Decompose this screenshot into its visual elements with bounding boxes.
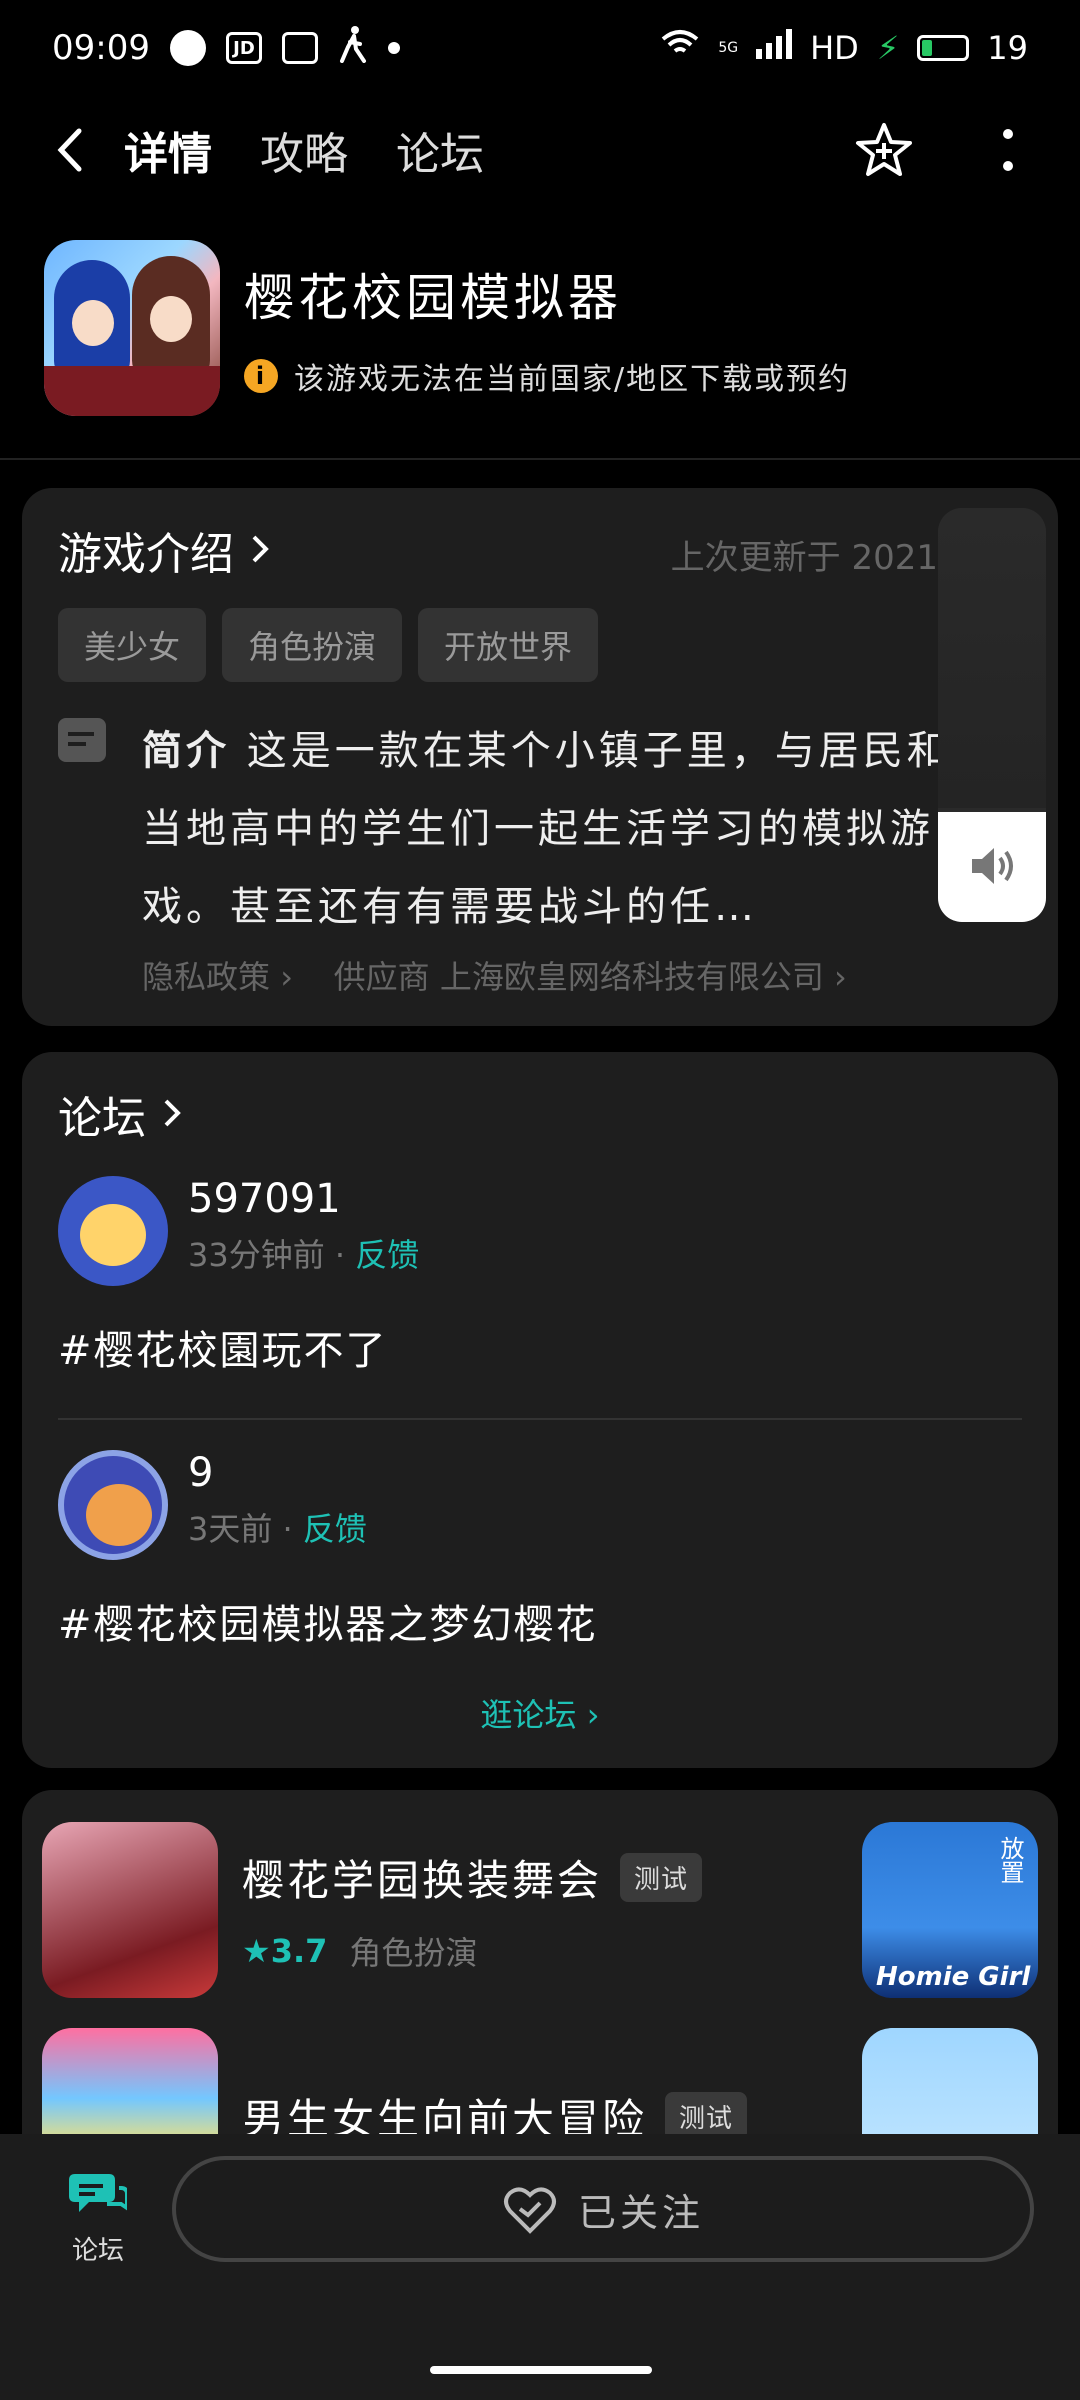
home-indicator[interactable] <box>430 2366 652 2374</box>
following-button[interactable]: 已关注 <box>172 2156 1034 2262</box>
policy-links: 隐私政策 › 供应商 上海欧皇网络科技有限公司 › <box>142 952 1022 998</box>
forum-tab-button[interactable]: 论坛 <box>58 2168 138 2267</box>
description-label: 简介 <box>142 728 230 774</box>
bottom-action-bar: 论坛 已关注 <box>0 2134 1080 2400</box>
post-text: #樱花校園玩不了 <box>58 1328 388 1374</box>
region-notice: i 该游戏无法在当前国家/地区下载或预约 <box>244 354 850 398</box>
post-meta: 3天前 · 反馈 <box>188 1510 367 1548</box>
privacy-policy-link[interactable]: 隐私政策 › <box>142 958 293 996</box>
app-icon <box>44 240 220 416</box>
calendar-icon <box>281 32 318 64</box>
app-header: 樱花校园模拟器 i 该游戏无法在当前国家/地区下载或预约 <box>0 240 1080 460</box>
chevron-right-icon <box>250 525 270 576</box>
game-icon <box>42 1822 218 1998</box>
tag[interactable]: 美少女 <box>58 608 207 682</box>
battery-icon <box>917 35 970 61</box>
tag-list: 美少女 角色扮演 开放世界 <box>58 608 1022 682</box>
username[interactable]: 9 <box>188 1450 367 1496</box>
tag[interactable]: 开放世界 <box>418 608 599 682</box>
supplier-link[interactable]: 供应商 上海欧皇网络科技有限公司 › <box>334 958 847 996</box>
forum-post[interactable]: 597091 33分钟前 · 反馈 #樱花校園玩不了 <box>58 1176 1022 1376</box>
related-game-item[interactable]: 樱花学园换装舞会 测试 ★3.7 角色扮演 放置 Homie Girl <box>42 1822 1038 1998</box>
speaker-icon <box>968 844 1018 888</box>
clock: 09:09 <box>52 28 150 68</box>
game-intro-card: 游戏介绍 上次更新于 2021 美少女 角色扮演 开放世界 简介 这是一款在某个… <box>22 488 1058 1026</box>
follow-label: 已关注 <box>577 2190 704 2235</box>
chat-bubble-icon <box>69 2174 129 2212</box>
signal-icon <box>756 29 793 67</box>
divider <box>58 1418 1022 1420</box>
walking-icon <box>338 25 368 72</box>
username[interactable]: 597091 <box>188 1176 419 1222</box>
wifi-icon <box>660 29 700 67</box>
genre: 角色扮演 <box>349 1933 478 1972</box>
avatar[interactable] <box>58 1176 168 1286</box>
more-notifications-icon <box>387 42 400 54</box>
forum-title: 论坛 <box>58 1093 146 1144</box>
visit-forum-link[interactable]: 逛论坛 › <box>58 1690 1022 1736</box>
post-text: #樱花校园模拟器之梦幻樱花 <box>58 1602 598 1648</box>
description-text: 这是一款在某个小镇子里，与居民和当地高中的学生们一起生活学习的模拟游戏。甚至还有… <box>142 728 951 930</box>
volume-slider[interactable] <box>938 508 1046 922</box>
document-icon <box>58 718 106 762</box>
post-meta: 33分钟前 · 反馈 <box>188 1236 420 1274</box>
star-favorite-icon[interactable] <box>852 118 916 182</box>
region-notice-text: 该游戏无法在当前国家/地区下载或预约 <box>294 362 851 397</box>
rating: ★3.7 <box>242 1931 328 1970</box>
game-title: 樱花学园换装舞会 <box>242 1855 603 1905</box>
jd-app-icon: JD <box>225 32 262 64</box>
last-updated: 上次更新于 2021 <box>670 538 938 578</box>
app-title: 樱花校园模拟器 <box>244 269 622 327</box>
status-bar: 09:09 JD 5G HD ⚡ 19 <box>0 0 1080 96</box>
info-icon: i <box>244 359 278 393</box>
back-arrow-icon[interactable] <box>40 120 100 180</box>
network-type: 5G <box>718 40 739 56</box>
thumbnail-tag: 放置 <box>996 1836 1024 1884</box>
forum-section-header[interactable]: 论坛 <box>58 1082 1022 1146</box>
hd-indicator: HD <box>810 29 859 67</box>
game-thumbnail[interactable]: 放置 Homie Girl <box>862 1822 1038 1998</box>
thumbnail-text: Homie Girl <box>876 1962 1031 1992</box>
tab-guides[interactable]: 攻略 <box>260 118 348 182</box>
more-options-icon[interactable] <box>976 118 1040 182</box>
intro-title: 游戏介绍 <box>58 529 234 580</box>
description[interactable]: 简介 这是一款在某个小镇子里，与居民和当地高中的学生们一起生活学习的模拟游戏。甚… <box>58 712 1022 946</box>
battery-level: 19 <box>987 29 1028 67</box>
tab-forum[interactable]: 论坛 <box>396 118 484 182</box>
tab-details[interactable]: 详情 <box>124 118 212 188</box>
chevron-right-icon <box>162 1089 182 1140</box>
notification-chat-icon <box>169 30 206 66</box>
charging-icon: ⚡ <box>876 29 900 67</box>
forum-post[interactable]: 9 3天前 · 反馈 #樱花校园模拟器之梦幻樱花 <box>58 1450 1022 1650</box>
top-navigation: 详情 攻略 论坛 <box>0 100 1080 200</box>
tag[interactable]: 角色扮演 <box>222 608 403 682</box>
heart-check-icon <box>503 2187 556 2234</box>
test-badge: 测试 <box>620 1852 703 1902</box>
forum-tab-label: 论坛 <box>71 2236 124 2266</box>
forum-card: 论坛 597091 33分钟前 · 反馈 #樱花校園玩不了 9 3天前 · 反馈 <box>22 1052 1058 1768</box>
avatar[interactable] <box>58 1450 168 1560</box>
